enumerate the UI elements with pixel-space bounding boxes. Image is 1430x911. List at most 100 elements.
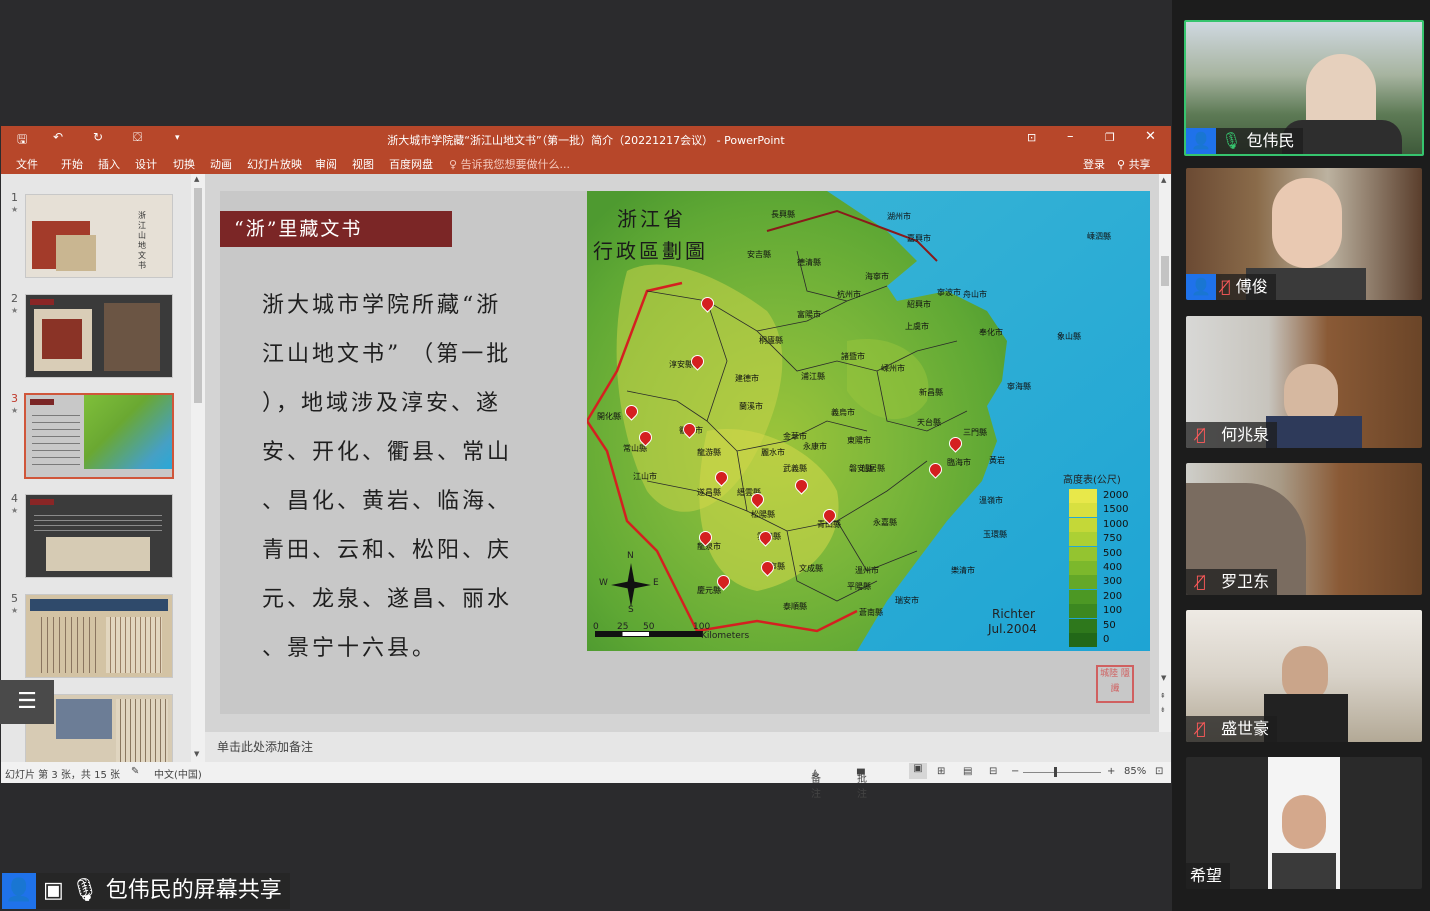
thumb-document [46,537,150,571]
legend-label: 500 [1103,547,1123,559]
map-credit-date: Jul.2004 [988,622,1037,636]
spellcheck-icon[interactable]: ✎ [131,766,139,777]
participant-tile[interactable]: 👤 🎙̸ 傅俊 [1186,168,1422,300]
scroll-up-icon[interactable]: ▲ [194,175,199,183]
tab-animations[interactable]: 动画 [210,156,232,172]
body-line: 浙大城市学院所藏“浙 [262,293,502,318]
zoom-out-icon[interactable]: − [1011,766,1019,777]
slide-thumbnail-5[interactable] [25,594,173,678]
legend-swatch [1069,489,1097,503]
tab-design[interactable]: 设计 [135,156,157,172]
thumbnail-scrollbar[interactable]: ▲ ▼ [191,174,205,762]
powerpoint-window: 🖫 ↶ ↻ ⛋ ▾ 浙大城市学院藏“浙江山地文书”（第一批）简介（2022121… [1,126,1171,800]
zoom-in-icon[interactable]: + [1107,766,1115,777]
thumb-title-bar [30,499,54,505]
close-icon[interactable]: ✕ [1145,129,1156,144]
minimize-icon[interactable]: – [1067,129,1074,144]
legend-label: 2000 [1103,490,1129,501]
thumb-photo [56,235,96,271]
status-bar: 幻灯片 第 3 张，共 15 张 ✎ 中文(中国) ≜ 备注 ▀ 批注 ▣ ⊞ … [1,762,1171,800]
tab-insert[interactable]: 插入 [98,156,120,172]
participant-tile[interactable]: 🎙̸ 罗卫东 [1186,463,1422,595]
participant-name: 希望 [1190,866,1223,885]
sidebar-menu-icon[interactable]: ☰ [0,680,54,724]
place-name: 安吉縣 [747,250,771,259]
prev-slide-icon[interactable]: ⇞ [1160,692,1166,700]
participant-tile[interactable]: 🎙̸ 盛世豪 [1186,610,1422,742]
legend-swatch [1069,517,1097,532]
thumb-star-icon: ★ [11,306,19,315]
slide-body-text[interactable]: 浙大城市学院所藏“浙 江山地文书” （第一批 ），地域涉及淳安、遂 安、开化、衢… [262,281,562,673]
thumb-photo [104,303,160,371]
participant-tile[interactable]: 👤 🎙 包伟民 [1184,20,1424,156]
tab-file[interactable]: 文件 [16,156,38,172]
participant-name-tag: 🎙̸ 何兆泉 [1186,422,1278,448]
place-name: 象山縣 [1057,332,1081,341]
restore-icon[interactable]: ❐ [1105,131,1115,144]
zoom-level[interactable]: 85% [1124,766,1146,777]
body-line: ），地域涉及淳安、遂 [262,391,502,416]
tab-slideshow[interactable]: 幻灯片放映 [247,156,302,172]
mic-muted-icon: 🎙̸ [1221,277,1231,296]
ribbon-tabs: 文件 开始 插入 设计 切换 动画 幻灯片放映 审阅 视图 百度网盘 ♀ 告诉我… [1,150,1171,174]
ribbon-display-icon[interactable]: ⊡ [1027,131,1036,144]
place-name: 開化縣 [597,412,621,421]
place-name: 浦江縣 [801,372,825,381]
thumb-number: 4 [11,492,18,505]
share-button[interactable]: ⚲ 共享 [1117,156,1151,172]
body-line: 青田、云和、松阳、庆 [262,538,513,563]
fit-window-icon[interactable]: ⊡ [1155,766,1163,777]
zoom-slider-thumb[interactable] [1054,767,1057,777]
slide-scrollbar[interactable]: ▲ ▼ ⇞ ⇟ [1159,174,1171,732]
tell-me-search[interactable]: ♀ 告诉我您想要做什么... [449,156,570,172]
slide-thumbnail-pane: 1 ★ 浙江山地文书 2 ★ 3 ★ 4 ★ 5 ★ [1,174,191,762]
slide-thumbnail-3[interactable] [24,393,174,479]
slide-thumbnail-2[interactable] [25,294,173,378]
participant-name-tag: 🎙̸ 罗卫东 [1186,569,1278,595]
thumb-map [84,395,172,469]
sorter-view-icon[interactable]: ⊞ [937,766,945,777]
scroll-thumb[interactable] [194,188,202,403]
tab-review[interactable]: 审阅 [315,156,337,172]
scale-unit: Kilometers [701,631,750,641]
place-name: 上虞市 [905,322,929,331]
compass-s: S [628,605,634,615]
participant-name-tag: 希望 [1186,863,1231,889]
participant-name: 傅俊 [1235,277,1268,296]
slide-counter: 幻灯片 第 3 张，共 15 张 [5,770,120,781]
video-face [1272,178,1342,268]
legend-label: 200 [1103,590,1123,602]
mic-muted-icon: 🎙̸ [1196,572,1206,591]
video-body [1272,853,1336,889]
elevation-legend: 2000 1500 1000 750 500 400 300 200 100 50 0 [1069,489,1139,647]
tab-home[interactable]: 开始 [61,156,83,172]
scroll-down-icon[interactable]: ▼ [194,750,199,758]
participant-tile[interactable]: 🎙̸ 何兆泉 [1186,316,1422,448]
place-name: 溫州市 [855,566,879,575]
tab-view[interactable]: 视图 [352,156,374,172]
login-link[interactable]: 登录 [1083,156,1105,172]
scroll-thumb[interactable] [1161,256,1169,286]
scroll-down-icon[interactable]: ▼ [1161,674,1166,682]
slide-thumbnail-4[interactable] [25,494,173,578]
place-name: 嘉興市 [907,234,931,243]
scroll-up-icon[interactable]: ▲ [1161,176,1166,184]
place-name: 諸暨市 [841,352,865,361]
place-name: 紹興市 [907,300,931,309]
tab-transitions[interactable]: 切换 [173,156,195,172]
place-name: 桐廬縣 [759,336,783,345]
place-name: 天台縣 [917,418,941,427]
normal-view-icon[interactable]: ▣ [909,763,927,779]
slide-thumbnail-1[interactable]: 浙江山地文书 [25,194,173,278]
notes-pane[interactable]: 单击此处添加备注 [205,732,1171,762]
reading-view-icon[interactable]: ▤ [963,766,972,777]
next-slide-icon[interactable]: ⇟ [1160,706,1166,714]
participant-tile[interactable]: 希望 [1186,757,1422,889]
zoom-slider[interactable] [1023,772,1101,773]
legend-swatch [1069,546,1097,561]
tab-baidu-netdisk[interactable]: 百度网盘 [389,156,433,172]
language-indicator[interactable]: 中文(中国) [154,766,202,781]
tell-me-text: 告诉我您想要做什么... [460,158,571,171]
place-name: 東陽市 [847,436,871,445]
slideshow-view-icon[interactable]: ⊟ [989,766,997,777]
